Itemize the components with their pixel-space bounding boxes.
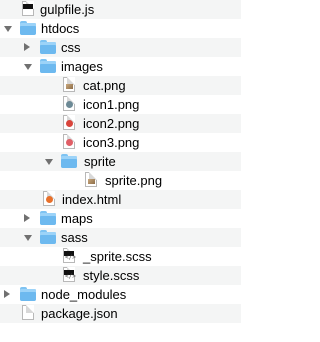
tree-row-label: icon3.png <box>83 135 140 150</box>
folder-icon <box>40 230 56 244</box>
tree-row-gulpfile[interactable]: gulpfile.js <box>0 0 241 19</box>
scss-file-icon: </> <box>63 248 76 263</box>
tree-row-label: sass <box>61 230 88 245</box>
json-file-icon <box>22 305 34 320</box>
tree-row-label: _sprite.scss <box>83 249 152 264</box>
tree-row-sprite-scss[interactable]: </> _sprite.scss <box>0 247 241 266</box>
tree-row-cat-png[interactable]: cat.png <box>0 76 241 95</box>
tree-row-label: sprite.png <box>105 173 163 188</box>
tree-row-label: package.json <box>41 306 118 321</box>
scss-file-icon: </> <box>63 267 76 282</box>
tree-row-style-scss[interactable]: </> style.scss <box>0 266 241 285</box>
tree-row-icon3-png[interactable]: icon3.png <box>0 133 241 152</box>
tree-row-label: node_modules <box>41 287 127 302</box>
tree-row-css[interactable]: css <box>0 38 241 57</box>
js-file-icon <box>22 1 34 16</box>
image-file-icon <box>63 77 75 92</box>
disclosure-expanded-icon[interactable] <box>4 26 12 32</box>
tree-row-label: cat.png <box>83 78 126 93</box>
tree-row-icon2-png[interactable]: icon2.png <box>0 114 241 133</box>
tree-row-label: icon2.png <box>83 116 140 131</box>
tree-row-htdocs[interactable]: htdocs <box>0 19 241 38</box>
tree-row-label: index.html <box>62 192 122 207</box>
folder-icon <box>20 287 36 301</box>
tree-row-maps[interactable]: maps <box>0 209 241 228</box>
empty-row <box>0 323 241 342</box>
image-file-icon <box>85 172 97 187</box>
folder-icon <box>61 154 77 168</box>
folder-icon <box>40 40 56 54</box>
tree-row-sprite-png[interactable]: sprite.png <box>0 171 241 190</box>
tree-row-node-modules[interactable]: node_modules <box>0 285 241 304</box>
disclosure-expanded-icon[interactable] <box>45 159 53 165</box>
tree-row-icon1-png[interactable]: icon1.png <box>0 95 241 114</box>
tree-row-label: images <box>61 59 103 74</box>
tree-row-sprite[interactable]: sprite <box>0 152 241 171</box>
disclosure-collapsed-icon[interactable] <box>24 43 30 51</box>
tree-row-label: css <box>61 40 81 55</box>
image-file-icon <box>63 115 75 130</box>
tree-row-sass[interactable]: sass <box>0 228 241 247</box>
tree-row-images[interactable]: images <box>0 57 241 76</box>
tree-row-package-json[interactable]: package.json <box>0 304 241 323</box>
tree-row-label: icon1.png <box>83 97 140 112</box>
folder-icon <box>20 21 36 35</box>
disclosure-expanded-icon[interactable] <box>24 64 32 70</box>
image-file-icon <box>63 96 75 111</box>
html-file-icon <box>43 191 55 206</box>
tree-row-label: sprite <box>84 154 116 169</box>
tree-row-label: maps <box>61 211 93 226</box>
tree-row-label: gulpfile.js <box>40 2 95 17</box>
tree-row-label: style.scss <box>83 268 140 283</box>
disclosure-expanded-icon[interactable] <box>24 235 32 241</box>
tree-row-label: htdocs <box>41 21 80 36</box>
disclosure-collapsed-icon[interactable] <box>4 290 10 298</box>
folder-icon <box>40 211 56 225</box>
disclosure-collapsed-icon[interactable] <box>24 214 30 222</box>
image-file-icon <box>63 134 75 149</box>
folder-icon <box>40 59 56 73</box>
tree-row-index-html[interactable]: index.html <box>0 190 241 209</box>
